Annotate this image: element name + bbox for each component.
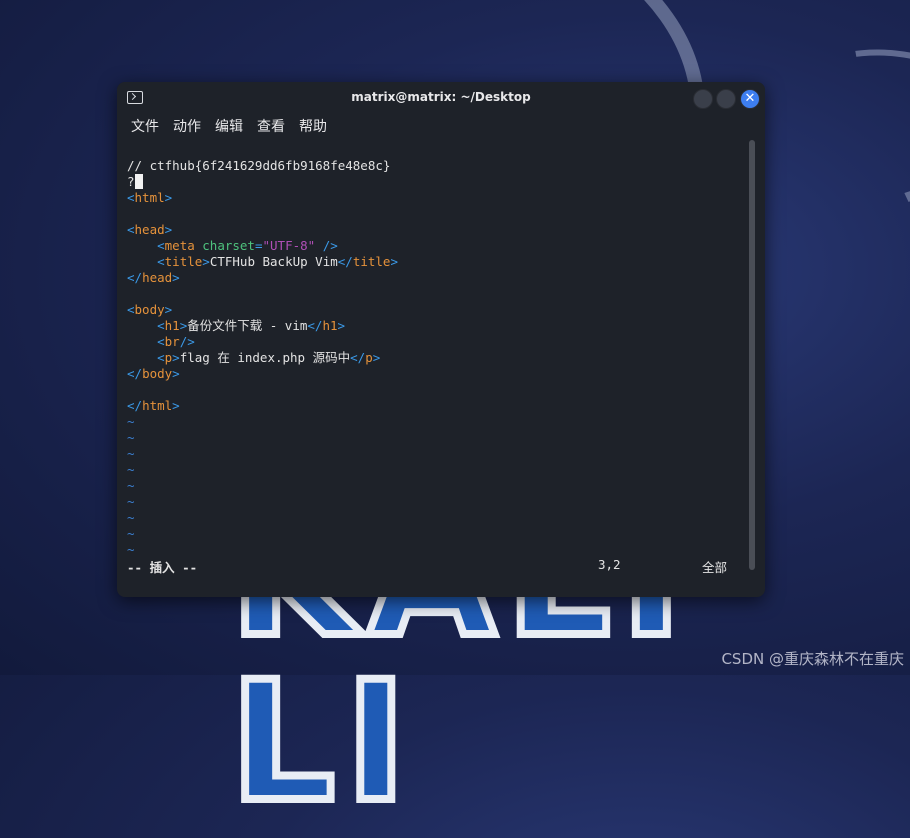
tag-name: title bbox=[352, 254, 391, 269]
comment-text: // ctfhub{6f241629dd6fb9168fe48e8c} bbox=[127, 158, 391, 173]
code-line: <meta charset="UTF-8" /> bbox=[157, 238, 338, 253]
code-line: </head> bbox=[127, 270, 180, 285]
menu-file[interactable]: 文件 bbox=[131, 114, 167, 140]
empty-line-marker: ~ bbox=[127, 446, 135, 461]
menu-help[interactable]: 帮助 bbox=[299, 114, 335, 140]
close-icon: ✕ bbox=[744, 91, 756, 106]
menu-bar: 文件 动作 编辑 查看 帮助 bbox=[117, 114, 765, 140]
menu-action[interactable]: 动作 bbox=[173, 114, 209, 140]
tag-name: head bbox=[142, 270, 173, 285]
empty-line-marker: ~ bbox=[127, 526, 135, 541]
vim-editor[interactable]: // ctfhub{6f241629dd6fb9168fe48e8c} ? <h… bbox=[127, 158, 745, 577]
code-line: <title>CTFHub BackUp Vim</title> bbox=[157, 254, 398, 269]
terminal-window: matrix@matrix: ~/Desktop ✕ 文件 动作 编辑 查看 帮… bbox=[117, 82, 765, 597]
code-line: <p>flag 在 index.php 源码中</p> bbox=[157, 350, 381, 365]
attr-name: charset bbox=[202, 238, 255, 253]
code-line: </html> bbox=[127, 398, 180, 413]
scroll-position: 全部 bbox=[702, 560, 728, 575]
tag-name: html bbox=[142, 398, 173, 413]
tag-name: body bbox=[134, 302, 165, 317]
title-bar[interactable]: matrix@matrix: ~/Desktop ✕ bbox=[117, 82, 765, 114]
mode-indicator: -- 插入 -- bbox=[127, 560, 198, 575]
tag-name: html bbox=[134, 190, 165, 205]
code-text: ? bbox=[127, 174, 135, 189]
empty-line-marker: ~ bbox=[127, 494, 135, 509]
menu-view[interactable]: 查看 bbox=[257, 114, 293, 140]
text-cursor bbox=[134, 174, 143, 189]
maximize-button[interactable] bbox=[716, 89, 736, 109]
close-button[interactable]: ✕ bbox=[740, 89, 760, 109]
tag-name: body bbox=[142, 366, 173, 381]
empty-line-marker: ~ bbox=[127, 510, 135, 525]
tag-name: br bbox=[164, 334, 180, 349]
code-line: </body> bbox=[127, 366, 180, 381]
title-text: CTFHub BackUp Vim bbox=[209, 254, 338, 269]
tag-name: meta bbox=[164, 238, 195, 253]
code-line: // ctfhub{6f241629dd6fb9168fe48e8c} bbox=[127, 158, 745, 174]
empty-line-marker: ~ bbox=[127, 462, 135, 477]
code-line: <h1>备份文件下载 - vim</h1> bbox=[157, 318, 346, 333]
tag-name: h1 bbox=[322, 318, 338, 333]
vim-status-line: -- 插入 -- 3,2 全部 bbox=[127, 557, 743, 575]
code-line: <head> bbox=[127, 222, 173, 237]
tag-name: head bbox=[134, 222, 165, 237]
tag-name: title bbox=[164, 254, 203, 269]
code-line: <br/> bbox=[157, 334, 195, 349]
tag-name: p bbox=[365, 350, 373, 365]
empty-line-marker: ~ bbox=[127, 414, 135, 429]
tag-name: h1 bbox=[164, 318, 180, 333]
window-title: matrix@matrix: ~/Desktop bbox=[351, 90, 531, 104]
empty-line-marker: ~ bbox=[127, 478, 135, 493]
code-line: ? bbox=[127, 174, 745, 190]
watermark: CSDN @重庆森林不在重庆 bbox=[721, 650, 904, 668]
attr-value: "UTF-8" bbox=[262, 238, 316, 253]
code-line: <body> bbox=[127, 302, 173, 317]
empty-line-marker: ~ bbox=[127, 430, 135, 445]
code-line: <html> bbox=[127, 190, 173, 205]
scrollbar[interactable] bbox=[749, 140, 755, 570]
h1-text: 备份文件下载 - vim bbox=[187, 318, 308, 333]
cursor-position: 3,2 bbox=[598, 557, 621, 572]
minimize-button[interactable] bbox=[693, 89, 713, 109]
empty-line-marker: ~ bbox=[127, 542, 135, 557]
menu-edit[interactable]: 编辑 bbox=[215, 114, 251, 140]
p-text: flag 在 index.php 源码中 bbox=[179, 350, 351, 365]
